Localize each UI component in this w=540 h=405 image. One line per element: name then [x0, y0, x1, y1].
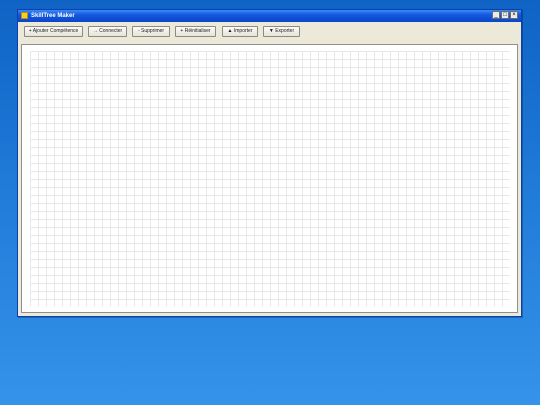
close-button[interactable]: ×: [510, 11, 518, 19]
app-icon: [21, 12, 28, 19]
add-skill-button[interactable]: + Ajouter Compétence: [24, 26, 83, 37]
title-bar[interactable]: SkillTree Maker _ □ ×: [18, 10, 521, 22]
app-window: SkillTree Maker _ □ × + Ajouter Compéten…: [17, 9, 522, 317]
minimize-button[interactable]: _: [492, 11, 500, 19]
canvas-grid: [30, 51, 510, 306]
delete-button[interactable]: - Supprimer: [132, 26, 170, 37]
connect-button[interactable]: → Connecter: [88, 26, 127, 37]
skill-tree-canvas[interactable]: [21, 44, 518, 313]
toolbar: + Ajouter Compétence → Connecter - Suppr…: [18, 22, 521, 43]
reset-button[interactable]: + Réinitialiser: [175, 26, 216, 37]
export-button[interactable]: ▼ Exporter: [263, 26, 300, 37]
window-title: SkillTree Maker: [31, 13, 75, 19]
maximize-button[interactable]: □: [501, 11, 509, 19]
import-button[interactable]: ▲ Importer: [222, 26, 258, 37]
